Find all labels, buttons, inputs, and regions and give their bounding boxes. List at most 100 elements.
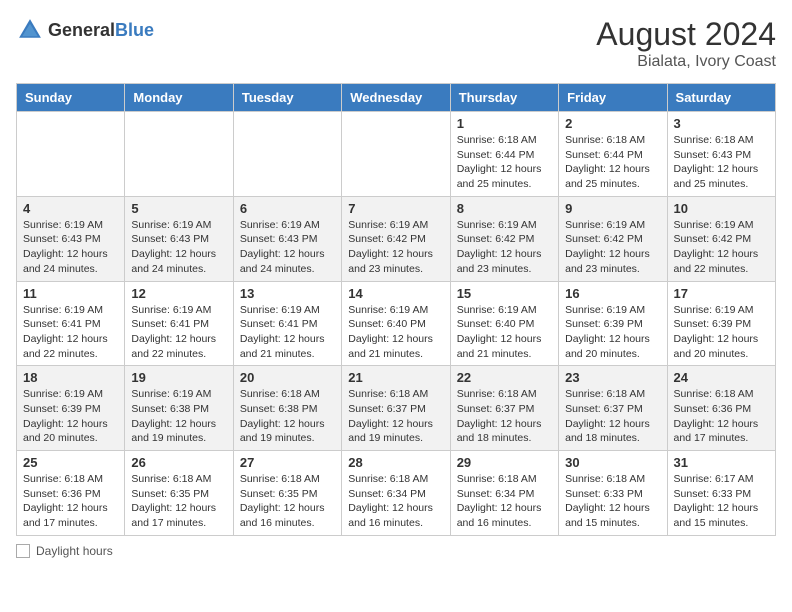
calendar-day-cell: 29Sunrise: 6:18 AM Sunset: 6:34 PM Dayli… (450, 451, 558, 536)
day-info: Sunrise: 6:18 AM Sunset: 6:43 PM Dayligh… (674, 133, 769, 192)
day-info: Sunrise: 6:18 AM Sunset: 6:36 PM Dayligh… (674, 387, 769, 446)
day-info: Sunrise: 6:18 AM Sunset: 6:37 PM Dayligh… (348, 387, 443, 446)
day-number: 4 (23, 201, 118, 216)
day-info: Sunrise: 6:17 AM Sunset: 6:33 PM Dayligh… (674, 472, 769, 531)
logo-general: General (48, 20, 115, 40)
day-info: Sunrise: 6:19 AM Sunset: 6:41 PM Dayligh… (131, 303, 226, 362)
day-info: Sunrise: 6:19 AM Sunset: 6:39 PM Dayligh… (674, 303, 769, 362)
calendar-day-cell: 6Sunrise: 6:19 AM Sunset: 6:43 PM Daylig… (233, 196, 341, 281)
calendar-day-cell (233, 112, 341, 197)
day-number: 31 (674, 455, 769, 470)
day-info: Sunrise: 6:19 AM Sunset: 6:42 PM Dayligh… (348, 218, 443, 277)
day-info: Sunrise: 6:19 AM Sunset: 6:39 PM Dayligh… (23, 387, 118, 446)
calendar-day-cell: 19 Sunrise: 6:19 AM Sunset: 6:38 PM Dayli… (125, 366, 233, 451)
day-number: 23 (565, 370, 660, 385)
day-number: 9 (565, 201, 660, 216)
day-number: 5 (131, 201, 226, 216)
calendar-day-cell: 8Sunrise: 6:19 AM Sunset: 6:42 PM Daylig… (450, 196, 558, 281)
calendar-day-cell: 1 Sunrise: 6:18 AM Sunset: 6:44 PM Daylig… (450, 112, 558, 197)
day-info: Sunrise: 6:19 AM Sunset: 6:40 PM Dayligh… (348, 303, 443, 362)
logo: GeneralBlue (16, 16, 154, 44)
calendar-week-row: 11 Sunrise: 6:19 AM Sunset: 6:41 PM Dayli… (17, 281, 776, 366)
calendar-day-cell: 28Sunrise: 6:18 AM Sunset: 6:34 PM Dayli… (342, 451, 450, 536)
calendar-day-cell (125, 112, 233, 197)
logo-text: GeneralBlue (48, 20, 154, 41)
calendar-day-cell: 5 Sunrise: 6:19 AM Sunset: 6:43 PM Daylig… (125, 196, 233, 281)
day-info: Sunrise: 6:18 AM Sunset: 6:44 PM Dayligh… (565, 133, 660, 192)
calendar-day-cell: 24Sunrise: 6:18 AM Sunset: 6:36 PM Dayli… (667, 366, 775, 451)
calendar-day-header: Wednesday (342, 84, 450, 112)
calendar-day-cell: 10Sunrise: 6:19 AM Sunset: 6:42 PM Dayli… (667, 196, 775, 281)
day-number: 29 (457, 455, 552, 470)
calendar-day-header: Monday (125, 84, 233, 112)
day-info: Sunrise: 6:18 AM Sunset: 6:44 PM Dayligh… (457, 133, 552, 192)
day-number: 20 (240, 370, 335, 385)
day-info: Sunrise: 6:19 AM Sunset: 6:41 PM Dayligh… (23, 303, 118, 362)
footer-label: Daylight hours (36, 544, 113, 558)
calendar-day-header: Thursday (450, 84, 558, 112)
calendar-day-header: Saturday (667, 84, 775, 112)
day-number: 22 (457, 370, 552, 385)
calendar-day-cell: 27 Sunrise: 6:18 AM Sunset: 6:35 PM Dayli… (233, 451, 341, 536)
day-info: Sunrise: 6:18 AM Sunset: 6:35 PM Dayligh… (240, 472, 335, 531)
day-info: Sunrise: 6:19 AM Sunset: 6:40 PM Dayligh… (457, 303, 552, 362)
calendar-week-row: 18 Sunrise: 6:19 AM Sunset: 6:39 PM Dayli… (17, 366, 776, 451)
day-number: 11 (23, 286, 118, 301)
day-info: Sunrise: 6:19 AM Sunset: 6:42 PM Dayligh… (457, 218, 552, 277)
calendar-day-cell: 22 Sunrise: 6:18 AM Sunset: 6:37 PM Dayli… (450, 366, 558, 451)
day-info: Sunrise: 6:19 AM Sunset: 6:43 PM Dayligh… (131, 218, 226, 277)
calendar-day-cell: 18 Sunrise: 6:19 AM Sunset: 6:39 PM Dayli… (17, 366, 125, 451)
day-info: Sunrise: 6:18 AM Sunset: 6:37 PM Dayligh… (565, 387, 660, 446)
day-info: Sunrise: 6:19 AM Sunset: 6:39 PM Dayligh… (565, 303, 660, 362)
day-info: Sunrise: 6:19 AM Sunset: 6:43 PM Dayligh… (240, 218, 335, 277)
page-title: August 2024 (596, 16, 776, 53)
logo-icon (16, 16, 44, 44)
day-info: Sunrise: 6:18 AM Sunset: 6:35 PM Dayligh… (131, 472, 226, 531)
calendar-week-row: 25 Sunrise: 6:18 AM Sunset: 6:36 PM Dayli… (17, 451, 776, 536)
day-number: 25 (23, 455, 118, 470)
day-number: 16 (565, 286, 660, 301)
calendar-day-cell (342, 112, 450, 197)
day-number: 27 (240, 455, 335, 470)
day-number: 15 (457, 286, 552, 301)
day-number: 21 (348, 370, 443, 385)
calendar-day-cell: 9 Sunrise: 6:19 AM Sunset: 6:42 PM Daylig… (559, 196, 667, 281)
day-number: 19 (131, 370, 226, 385)
calendar-day-header: Tuesday (233, 84, 341, 112)
calendar-day-cell: 14 Sunrise: 6:19 AM Sunset: 6:40 PM Dayli… (342, 281, 450, 366)
day-number: 17 (674, 286, 769, 301)
day-number: 2 (565, 116, 660, 131)
day-number: 12 (131, 286, 226, 301)
title-block: August 2024 Bialata, Ivory Coast (596, 16, 776, 71)
calendar-day-header: Friday (559, 84, 667, 112)
calendar-day-cell: 30 Sunrise: 6:18 AM Sunset: 6:33 PM Dayli… (559, 451, 667, 536)
calendar-day-header: Sunday (17, 84, 125, 112)
day-info: Sunrise: 6:18 AM Sunset: 6:38 PM Dayligh… (240, 387, 335, 446)
calendar-day-cell: 25 Sunrise: 6:18 AM Sunset: 6:36 PM Dayli… (17, 451, 125, 536)
day-number: 1 (457, 116, 552, 131)
page-subtitle: Bialata, Ivory Coast (596, 53, 776, 71)
day-number: 28 (348, 455, 443, 470)
day-number: 3 (674, 116, 769, 131)
day-number: 26 (131, 455, 226, 470)
day-info: Sunrise: 6:18 AM Sunset: 6:36 PM Dayligh… (23, 472, 118, 531)
day-number: 30 (565, 455, 660, 470)
day-info: Sunrise: 6:19 AM Sunset: 6:42 PM Dayligh… (674, 218, 769, 277)
day-number: 18 (23, 370, 118, 385)
calendar-day-cell: 16 Sunrise: 6:19 AM Sunset: 6:39 PM Dayli… (559, 281, 667, 366)
logo-blue: Blue (115, 20, 154, 40)
day-number: 7 (348, 201, 443, 216)
day-info: Sunrise: 6:19 AM Sunset: 6:42 PM Dayligh… (565, 218, 660, 277)
day-info: Sunrise: 6:18 AM Sunset: 6:37 PM Dayligh… (457, 387, 552, 446)
calendar-day-cell: 26 Sunrise: 6:18 AM Sunset: 6:35 PM Dayli… (125, 451, 233, 536)
day-number: 14 (348, 286, 443, 301)
calendar-week-row: 4 Sunrise: 6:19 AM Sunset: 6:43 PM Daylig… (17, 196, 776, 281)
calendar-day-cell: 3 Sunrise: 6:18 AM Sunset: 6:43 PM Daylig… (667, 112, 775, 197)
calendar-day-cell: 31 Sunrise: 6:17 AM Sunset: 6:33 PM Dayli… (667, 451, 775, 536)
day-info: Sunrise: 6:19 AM Sunset: 6:38 PM Dayligh… (131, 387, 226, 446)
calendar-day-cell: 17 Sunrise: 6:19 AM Sunset: 6:39 PM Dayli… (667, 281, 775, 366)
day-info: Sunrise: 6:19 AM Sunset: 6:41 PM Dayligh… (240, 303, 335, 362)
calendar-day-cell: 11 Sunrise: 6:19 AM Sunset: 6:41 PM Dayli… (17, 281, 125, 366)
day-info: Sunrise: 6:19 AM Sunset: 6:43 PM Dayligh… (23, 218, 118, 277)
day-info: Sunrise: 6:18 AM Sunset: 6:33 PM Dayligh… (565, 472, 660, 531)
